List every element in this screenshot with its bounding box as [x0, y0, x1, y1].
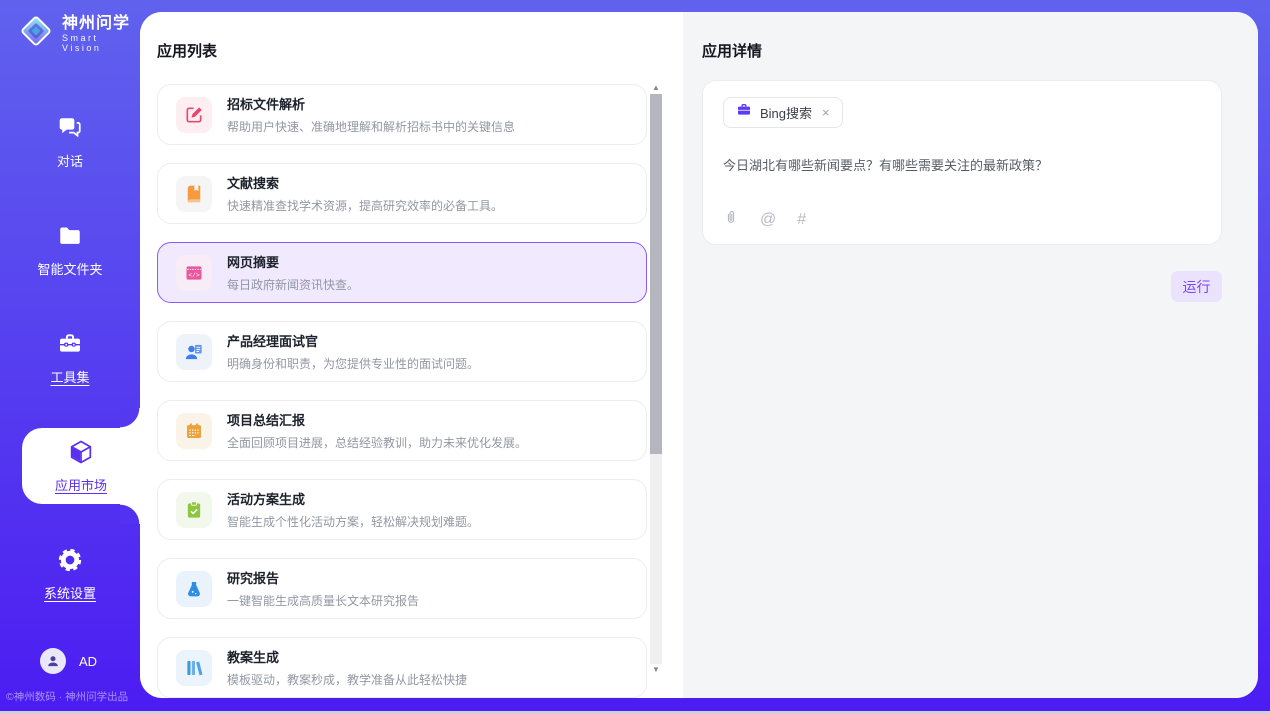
sidebar-item-label: 系统设置: [44, 583, 96, 602]
prompt-composer: Bing搜索 × 今日湖北有哪些新闻要点？有哪些需要关注的最新政策？ @ #: [702, 80, 1222, 245]
user-name: AD: [79, 654, 97, 669]
app-list-title: 应用列表: [157, 40, 217, 61]
app-detail-title: 应用详情: [702, 40, 762, 61]
book-icon: [176, 176, 212, 212]
app-card-title: 项目总结汇报: [227, 410, 527, 429]
browser-code-icon: </>: [176, 255, 212, 291]
brand-logo: 神州问学 Smart Vision: [18, 13, 140, 54]
sidebar-item-chat[interactable]: 对话: [0, 104, 140, 180]
flask-icon: [176, 571, 212, 607]
app-card-title: 网页摘要: [227, 252, 359, 271]
run-button[interactable]: 运行: [1171, 271, 1222, 302]
app-card-desc: 智能生成个性化活动方案，轻松解决规划难题。: [227, 513, 479, 530]
briefcase-icon: [736, 102, 752, 123]
app-card[interactable]: </> 网页摘要 每日政府新闻资讯快查。: [157, 242, 647, 303]
person-icon: [45, 653, 61, 669]
scrollbar[interactable]: ▲ ▼: [650, 82, 662, 676]
app-card[interactable]: 项目总结汇报 全面回顾项目进展，总结经验教训，助力未来优化发展。: [157, 400, 647, 461]
user-account[interactable]: AD: [40, 648, 97, 674]
chat-icon: [56, 114, 84, 142]
app-card-desc: 全面回顾项目进展，总结经验教训，助力未来优化发展。: [227, 434, 527, 451]
sidebar-item-smart-folder[interactable]: 智能文件夹: [0, 212, 140, 288]
app-card[interactable]: 教案生成 模板驱动，教案秒成，教学准备从此轻松快捷: [157, 637, 647, 698]
copyright-text: ©神州数码 · 神州问学出品: [6, 689, 128, 704]
sidebar-nav: 对话 智能文件夹 工具集: [0, 104, 140, 644]
avatar: [40, 648, 66, 674]
app-card-title: 教案生成: [227, 647, 467, 666]
app-card[interactable]: 活动方案生成 智能生成个性化活动方案，轻松解决规划难题。: [157, 479, 647, 540]
cube-icon: [67, 438, 95, 466]
diamond-logo-icon: [18, 13, 54, 54]
app-card[interactable]: 产品经理面试官 明确身份和职责，为您提供专业性的面试问题。: [157, 321, 647, 382]
app-card-title: 产品经理面试官: [227, 331, 479, 350]
sidebar-item-app-market[interactable]: 应用市场: [22, 428, 140, 504]
folder-icon: [56, 222, 84, 250]
scrollbar-track[interactable]: [650, 94, 662, 664]
scroll-down-arrow-icon[interactable]: ▼: [650, 664, 662, 676]
app-list-panel: 应用列表 招标文件解析 帮助用户快速、准确地理解和解析招标书中的关键信息: [140, 12, 683, 698]
sidebar: 神州问学 Smart Vision 对话 智能文件夹: [0, 0, 140, 714]
app-detail-panel: 应用详情 Bing搜索 × 今日湖北有哪些新闻要点？有哪些需要关注的最新政策？: [683, 12, 1258, 698]
tag-close-icon[interactable]: ×: [822, 105, 830, 120]
sidebar-item-settings[interactable]: 系统设置: [0, 536, 140, 612]
brand-name: 神州问学: [62, 15, 140, 33]
books-icon: [176, 650, 212, 686]
brand-tagline: Smart Vision: [62, 33, 140, 53]
content-container: 应用列表 招标文件解析 帮助用户快速、准确地理解和解析招标书中的关键信息: [140, 12, 1258, 698]
scrollbar-thumb[interactable]: [650, 94, 662, 454]
app-card-desc: 快速精准查找学术资源，提高研究效率的必备工具。: [227, 197, 503, 214]
app-card-title: 招标文件解析: [227, 94, 515, 113]
sidebar-item-label: 对话: [57, 151, 83, 170]
prompt-text-input[interactable]: 今日湖北有哪些新闻要点？有哪些需要关注的最新政策？: [723, 155, 1201, 209]
app-card[interactable]: 招标文件解析 帮助用户快速、准确地理解和解析招标书中的关键信息: [157, 84, 647, 145]
app-card-desc: 帮助用户快速、准确地理解和解析招标书中的关键信息: [227, 118, 515, 135]
clipboard-check-icon: [176, 492, 212, 528]
app-card[interactable]: 文献搜索 快速精准查找学术资源，提高研究效率的必备工具。: [157, 163, 647, 224]
gear-icon: [56, 546, 84, 574]
tool-tag-bing-search[interactable]: Bing搜索 ×: [723, 97, 843, 128]
calendar-report-icon: [176, 413, 212, 449]
sidebar-item-label: 工具集: [50, 367, 89, 386]
composer-toolbar: @ #: [723, 209, 1201, 230]
app-list: 招标文件解析 帮助用户快速、准确地理解和解析招标书中的关键信息 文献搜索 快速精…: [157, 84, 647, 698]
sidebar-item-label: 应用市场: [55, 475, 107, 494]
app-card-title: 文献搜索: [227, 173, 503, 192]
sidebar-item-label: 智能文件夹: [37, 259, 102, 278]
app-card-desc: 明确身份和职责，为您提供专业性的面试问题。: [227, 355, 479, 372]
sidebar-item-toolset[interactable]: 工具集: [0, 320, 140, 396]
toolbox-icon: [56, 330, 84, 358]
edit-document-icon: [176, 97, 212, 133]
svg-text:</>: </>: [188, 271, 200, 278]
app-card-desc: 每日政府新闻资讯快查。: [227, 276, 359, 293]
interviewer-icon: [176, 334, 212, 370]
app-card-title: 活动方案生成: [227, 489, 479, 508]
tool-tag-label: Bing搜索: [760, 103, 812, 122]
app-card-desc: 一键智能生成高质量长文本研究报告: [227, 592, 419, 609]
mention-at-icon[interactable]: @: [760, 212, 776, 228]
app-card-desc: 模板驱动，教案秒成，教学准备从此轻松快捷: [227, 671, 467, 688]
app-card[interactable]: 研究报告 一键智能生成高质量长文本研究报告: [157, 558, 647, 619]
hash-icon[interactable]: #: [797, 212, 806, 228]
scroll-up-arrow-icon[interactable]: ▲: [650, 82, 662, 94]
paperclip-icon[interactable]: [723, 209, 739, 230]
app-card-title: 研究报告: [227, 568, 419, 587]
